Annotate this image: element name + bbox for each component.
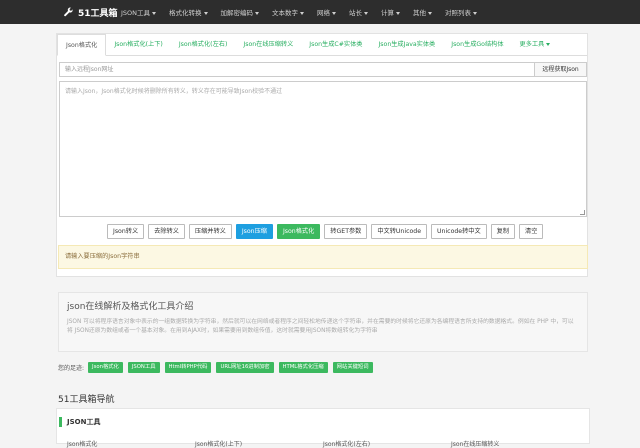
tab-json-format-horizontal[interactable]: Json格式化(左右)	[171, 34, 236, 56]
history-label: 您的足迹:	[58, 365, 85, 372]
caret-down-icon	[300, 11, 305, 15]
site-nav-box: JSON工具 Json格式化 Json格式化(上下) Json格式化(左右) J…	[56, 408, 590, 448]
chinese-to-unicode-button[interactable]: 中文转Unicode	[371, 224, 427, 239]
remove-escape-button[interactable]: 去除转义	[148, 224, 185, 239]
resize-handle-icon[interactable]	[580, 210, 585, 215]
history-tag[interactable]: Html转PHP代码	[164, 362, 212, 373]
caret-down-icon	[255, 11, 260, 15]
caret-down-icon	[473, 11, 478, 15]
caret-down-icon	[203, 11, 208, 15]
history-tag[interactable]: HTML格式化压缩	[278, 362, 328, 373]
menu-format-convert[interactable]: 格式化转换	[169, 7, 208, 17]
tab-json-to-java[interactable]: Json生成Java实体类	[370, 34, 443, 56]
clear-button[interactable]: 清空	[519, 224, 544, 239]
caret-down-icon	[332, 11, 337, 15]
brand-name: 51工具箱	[78, 8, 118, 19]
menu-reference-list[interactable]: 对照列表	[445, 7, 478, 17]
json-input-textarea[interactable]: 请输入Json，Json格式化时候将删除所有转义，转义存在可能导致Json校验不…	[59, 81, 587, 217]
menu-calculate[interactable]: 计算	[381, 7, 401, 17]
menu-network[interactable]: 网络	[317, 7, 337, 17]
tab-json-format-vertical[interactable]: Json格式化(上下)	[106, 34, 171, 56]
tab-json-to-csharp[interactable]: Json生成C#实体类	[301, 34, 370, 56]
caret-down-icon	[396, 11, 401, 15]
intro-section: json在线解析及格式化工具介绍 JSON 可以将程序语言对象中表示的一组数据转…	[58, 292, 588, 352]
site-nav-title: 51工具箱导航	[58, 395, 115, 405]
caret-down-icon	[428, 11, 433, 15]
tab-json-to-go[interactable]: Json生成Go结构体	[443, 34, 511, 56]
to-get-params-button[interactable]: 转GET参数	[324, 224, 368, 239]
json-format-button[interactable]: Json格式化	[276, 224, 321, 239]
brand-logo[interactable]: 51工具箱	[63, 6, 121, 19]
history-tag[interactable]: Json格式化	[88, 362, 123, 373]
main-menu: JSON工具 格式化转换 加解密编码 文本数字 网络 站长 计算 其他 对照列表	[121, 7, 490, 17]
history-tag[interactable]: JSON工具	[127, 362, 160, 373]
tool-panel: Json格式化 Json格式化(上下) Json格式化(左右) Json在线压缩…	[56, 33, 588, 277]
compress-escape-button[interactable]: 压缩并转义	[188, 224, 232, 239]
menu-json-tools[interactable]: JSON工具	[121, 7, 157, 17]
remote-url-row: 输入远程Json网址 远程获取Json	[59, 62, 587, 77]
menu-webmaster[interactable]: 站长	[349, 7, 369, 17]
caret-down-icon	[364, 11, 369, 15]
caret-down-icon	[152, 11, 157, 15]
history-tags: 您的足迹: Json格式化 JSON工具 Html转PHP代码 URL网址16进…	[58, 362, 378, 373]
tab-json-format[interactable]: Json格式化	[57, 34, 107, 56]
tab-json-compress-escape[interactable]: Json在线压缩转义	[235, 34, 301, 56]
fetch-remote-json-button[interactable]: 远程获取Json	[535, 62, 587, 77]
intro-title: json在线解析及格式化工具介绍	[67, 302, 194, 312]
menu-other[interactable]: 其他	[413, 7, 433, 17]
intro-text: JSON 可以将程序语言对象中表示的一组数据转换为字符串，然后就可以在网络或者程…	[67, 319, 574, 334]
json-input-placeholder: 请输入Json，Json格式化时候将删除所有转义，转义存在可能导致Json校验不…	[65, 88, 283, 95]
json-compress-button[interactable]: Json压缩	[235, 224, 273, 239]
tool-tabs: Json格式化 Json格式化(上下) Json格式化(左右) Json在线压缩…	[57, 34, 587, 56]
json-escape-button[interactable]: Json转义	[107, 224, 145, 239]
remote-url-input[interactable]: 输入远程Json网址	[59, 62, 535, 77]
history-tag[interactable]: URL网址16进制加密	[216, 362, 274, 373]
history-tag[interactable]: 网站关键短词	[332, 362, 373, 373]
wrench-icon	[64, 7, 73, 16]
site-nav-section-title: JSON工具	[59, 417, 100, 427]
action-buttons: Json转义 去除转义 压缩并转义 Json压缩 Json格式化 转GET参数 …	[107, 224, 547, 239]
menu-encrypt-encode[interactable]: 加解密编码	[221, 7, 260, 17]
top-navbar: 51工具箱 JSON工具 格式化转换 加解密编码 文本数字 网络 站长 计算 其…	[0, 0, 640, 24]
tab-more-tools[interactable]: 更多工具	[512, 34, 559, 56]
menu-text-number[interactable]: 文本数字	[272, 7, 305, 17]
copy-button[interactable]: 复制	[490, 224, 516, 239]
status-notice: 请输入要压缩的Json字符串	[58, 245, 588, 269]
unicode-to-chinese-button[interactable]: Unicode转中文	[431, 224, 487, 239]
caret-down-icon	[546, 42, 551, 46]
